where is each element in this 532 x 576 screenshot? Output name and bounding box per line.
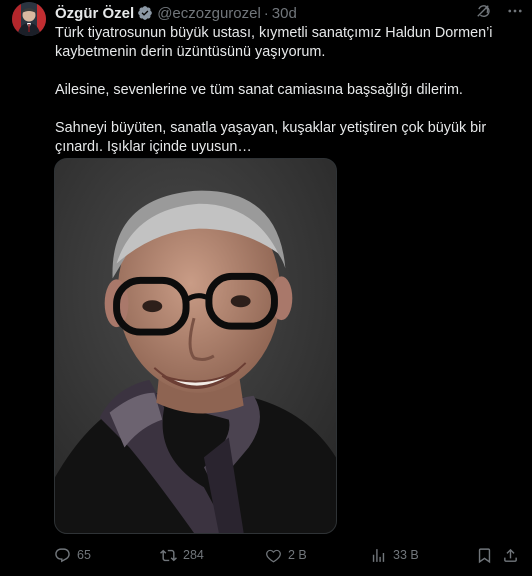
verified-badge-icon[interactable] [137, 5, 153, 21]
views-button[interactable]: 33 B [370, 545, 419, 565]
more-icon[interactable] [506, 2, 524, 20]
tweet-timestamp[interactable]: 30d [272, 5, 297, 22]
avatar[interactable] [12, 2, 46, 36]
bookmark-button[interactable] [476, 545, 493, 565]
tweet-paragraph-2: Ailesine, sevenlerine ve tüm sanat camia… [55, 82, 463, 98]
tweet[interactable]: Özgür Özel @eczozgurozel · 30d Türk tiya… [0, 0, 532, 576]
grok-icon[interactable] [474, 2, 492, 20]
portrait-image [55, 159, 336, 533]
bookmark-icon [478, 547, 491, 563]
share-button[interactable] [502, 545, 519, 565]
tweet-paragraph-3: Sahneyi büyüten, sanatla yaşayan, kuşakl… [55, 120, 487, 155]
repost-count: 284 [183, 548, 204, 562]
like-button[interactable]: 2 B [265, 545, 307, 565]
tweet-actions: 65 284 2 B 33 B [54, 545, 524, 565]
views-count: 33 B [393, 548, 419, 562]
share-icon [504, 548, 517, 562]
repost-icon [160, 549, 177, 561]
reply-button[interactable]: 65 [54, 545, 91, 565]
heart-icon [266, 549, 281, 562]
tweet-photo[interactable] [54, 158, 337, 534]
reply-icon [55, 547, 70, 562]
tweet-header: Özgür Özel @eczozgurozel · 30d [55, 3, 522, 23]
reply-count: 65 [77, 548, 91, 562]
header-icons [474, 2, 524, 20]
repost-button[interactable]: 284 [160, 545, 204, 565]
tweet-paragraph-1: Türk tiyatrosunun büyük ustası, kıymetli… [55, 25, 493, 60]
avatar-image [12, 2, 46, 36]
tweet-text: Türk tiyatrosunun büyük ustası, kıymetli… [55, 24, 525, 157]
header-separator: · [263, 4, 269, 22]
views-icon [372, 548, 385, 562]
author-name[interactable]: Özgür Özel [55, 5, 134, 22]
like-count: 2 B [288, 548, 307, 562]
author-handle[interactable]: @eczozgurozel [157, 5, 261, 22]
